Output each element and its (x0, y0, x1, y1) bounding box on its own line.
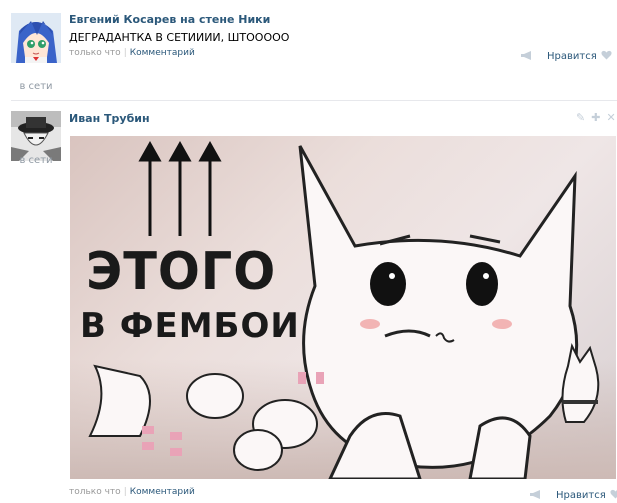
like-label: Нравится (556, 490, 606, 501)
post-author-link[interactable]: Иван Трубин (69, 112, 150, 125)
avatar-post-2[interactable] (11, 111, 61, 161)
megaphone-icon[interactable] (529, 489, 542, 503)
online-status: в сети (19, 81, 53, 92)
heart-icon (601, 50, 612, 63)
online-status: в сети (19, 155, 53, 166)
post-time-link[interactable]: только что (69, 487, 121, 497)
like-label: Нравится (547, 51, 597, 62)
close-icon[interactable]: ✕ (606, 111, 615, 124)
avatar-post-1[interactable] (11, 13, 61, 63)
post-author-link[interactable]: Евгений Косарев на стене Ники (69, 13, 270, 26)
post-text: ДЕГРАДАНТКА В СЕТИИИИ, ШТООООО (69, 31, 290, 44)
manga-avatar-image (11, 111, 61, 161)
post-actions: ✎ ✚ ✕ (570, 111, 616, 124)
post-meta: только что | Комментарий (69, 48, 195, 58)
post-divider (11, 100, 617, 101)
post-image[interactable]: ЭТОГО В ФЕМБОИ (70, 136, 616, 479)
like-button[interactable]: Нравится (556, 489, 617, 502)
pin-icon[interactable]: ✚ (591, 111, 600, 124)
comment-link[interactable]: Комментарий (130, 487, 195, 497)
heart-icon (610, 489, 617, 502)
arrow-up-icon (138, 140, 222, 236)
meta-separator: | (123, 48, 127, 58)
like-button[interactable]: Нравится (547, 50, 612, 63)
meme-caption-line1: ЭТОГО (86, 242, 277, 302)
meme-caption-line2: В ФЕМБОИ (80, 306, 300, 346)
megaphone-icon[interactable] (520, 50, 533, 64)
post-time-link[interactable]: только что (69, 48, 121, 58)
anime-girl-avatar-image (11, 13, 61, 63)
post-meta: только что | Комментарий (69, 487, 195, 497)
comment-link[interactable]: Комментарий (130, 48, 195, 58)
meta-separator: | (123, 487, 127, 497)
edit-icon[interactable]: ✎ (576, 111, 585, 124)
